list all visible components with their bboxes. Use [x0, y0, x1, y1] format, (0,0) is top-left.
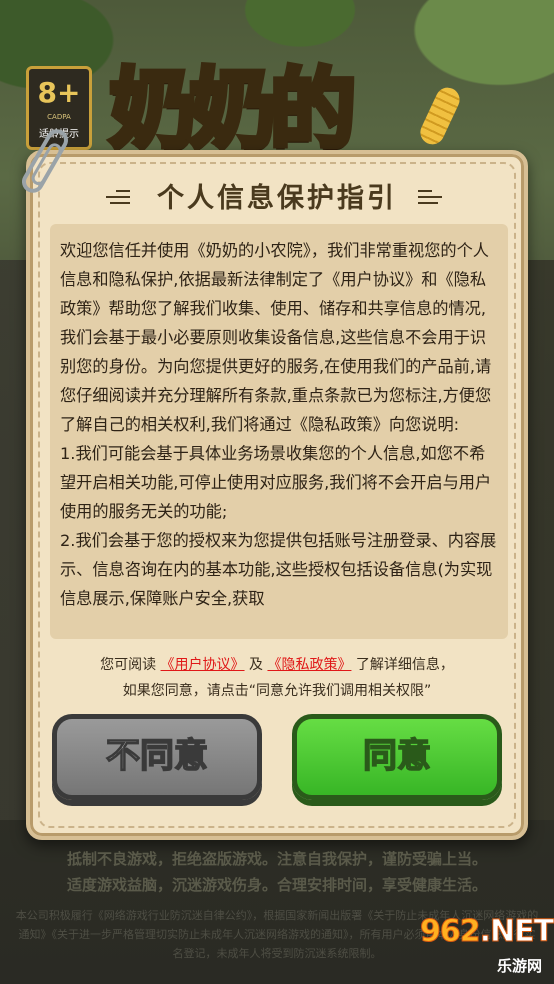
watermark-sub: 乐游网: [496, 957, 542, 975]
disagree-button[interactable]: 不同意: [52, 714, 262, 800]
site-watermark: 962.NET 乐游网: [420, 914, 554, 976]
user-agreement-link[interactable]: 《用户协议》: [161, 657, 245, 673]
policy-footer-line: 您可阅读 《用户协议》 及 《隐私政策》 了解详细信息，: [30, 654, 524, 674]
watermark-logo-suffix: .NET: [479, 914, 554, 950]
agree-button[interactable]: 同意: [292, 714, 502, 800]
policy-consent-instruction: 如果您同意，请点击“同意允许我们调用相关权限”: [122, 683, 432, 699]
footer-suffix: 了解详细信息，: [355, 657, 454, 673]
policy-text: 欢迎您信任并使用《奶奶的小农院》，我们非常重视您的个人信息和隐私保护,依据最新法…: [60, 241, 497, 608]
privacy-dialog: 个人信息保护指引 欢迎您信任并使用《奶奶的小农院》，我们非常重视您的个人信息和隐…: [26, 150, 528, 840]
health-notice-line2: 适度游戏益脑，沉迷游戏伤身。合理安排时间，享受健康生活。: [66, 876, 487, 894]
health-notice-line1: 抵制不良游戏，拒绝盗版游戏。注意自我保护，谨防受骗上当。: [66, 850, 487, 868]
title-decoration-right: [418, 190, 448, 204]
footer-prefix: 您可阅读: [100, 657, 157, 673]
watermark-logo-num: 962: [420, 914, 482, 950]
privacy-policy-link[interactable]: 《隐私政策》: [267, 657, 351, 673]
watermark-logo: 962.NET: [420, 914, 554, 950]
age-rating-value: 8+: [37, 76, 81, 109]
footer-and: 及: [249, 657, 263, 673]
age-rating-org: CADPA: [47, 113, 71, 121]
policy-scroll-area[interactable]: 欢迎您信任并使用《奶奶的小农院》，我们非常重视您的个人信息和隐私保护,依据最新法…: [50, 224, 508, 639]
dialog-title: 个人信息保护指引: [157, 183, 397, 214]
